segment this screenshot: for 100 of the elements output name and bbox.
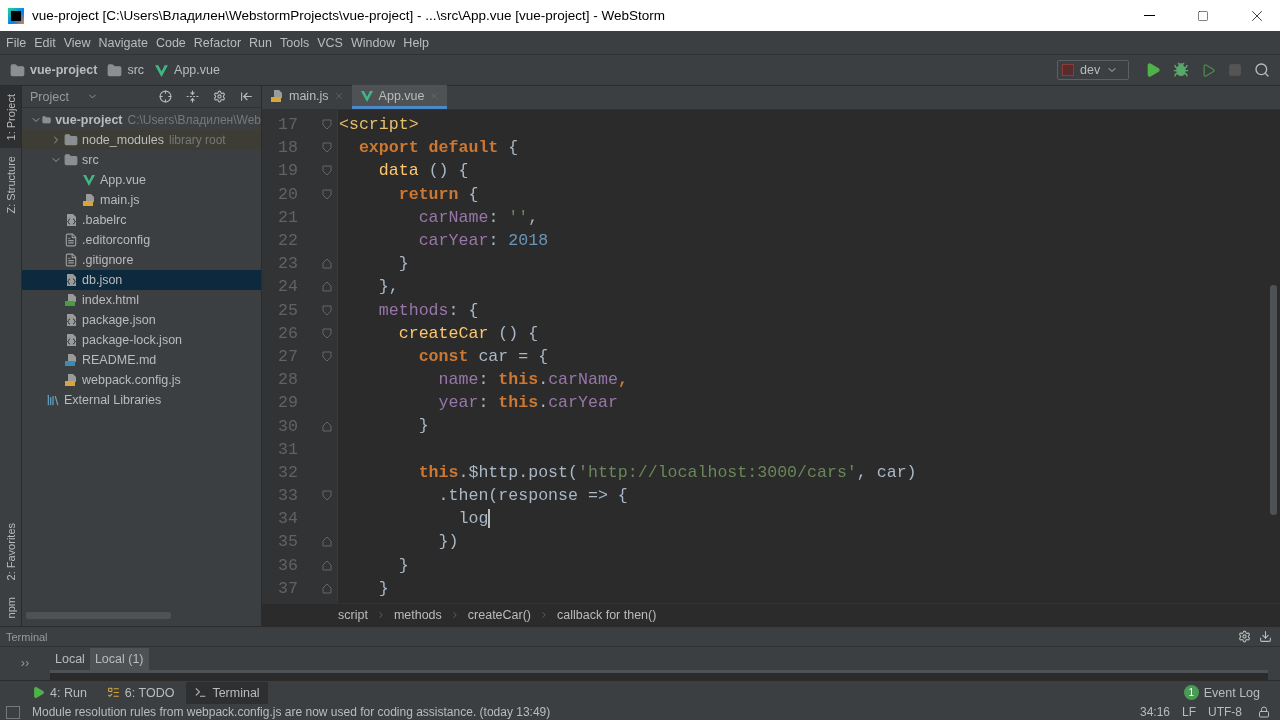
terminal-tab[interactable]: Local (1) xyxy=(89,647,149,670)
tree-item[interactable]: index.html xyxy=(22,290,261,310)
file-icon xyxy=(64,273,78,287)
menu-item[interactable]: Refactor xyxy=(189,35,246,50)
fold-marker-icon[interactable] xyxy=(322,327,332,339)
tool-window-button[interactable]: Z: Structure xyxy=(0,148,21,222)
tool-window-button[interactable]: 6: TODO xyxy=(98,681,183,704)
fold-marker-icon[interactable] xyxy=(322,258,332,270)
tree-item[interactable]: App.vue xyxy=(22,170,261,190)
code-line: <script> xyxy=(339,114,420,136)
cursor-position[interactable]: 34:16 xyxy=(1139,705,1170,719)
folder-icon xyxy=(42,113,52,127)
checklist-icon xyxy=(106,686,120,699)
fold-marker-icon[interactable] xyxy=(322,119,332,131)
tree-item[interactable]: db.json xyxy=(22,270,261,290)
file-icon xyxy=(82,193,96,207)
tree-item[interactable]: package-lock.json xyxy=(22,330,261,350)
fold-marker-icon[interactable] xyxy=(322,281,332,293)
file-icon xyxy=(64,353,78,367)
run-config-dropdown[interactable]: dev xyxy=(1057,60,1129,80)
editor-tab[interactable]: App.vue xyxy=(351,85,448,109)
encoding[interactable]: UTF-8 xyxy=(1208,705,1242,719)
menu-item[interactable]: VCS xyxy=(313,35,347,50)
file-icon xyxy=(64,233,78,247)
menu-item[interactable]: Run xyxy=(245,35,276,50)
code-line: log xyxy=(457,508,492,531)
tree-item[interactable]: webpack.config.js xyxy=(22,370,261,390)
file-icon xyxy=(64,333,78,347)
line-separator[interactable]: LF xyxy=(1182,705,1196,719)
tool-window-button[interactable]: npm xyxy=(0,588,21,626)
terminal-screen[interactable] xyxy=(50,670,1268,680)
view-selector[interactable]: Project xyxy=(30,89,140,104)
panel-title: Terminal xyxy=(6,630,49,643)
breadcrumb[interactable]: createCar() xyxy=(467,608,532,622)
close-icon[interactable] xyxy=(333,90,344,101)
tool-window-button[interactable]: 4: Run xyxy=(24,681,95,704)
tool-window-button[interactable]: Terminal xyxy=(186,681,268,704)
file-icon xyxy=(270,88,284,103)
code-line: const car = { xyxy=(417,345,550,368)
file-icon xyxy=(64,313,78,327)
tree-item[interactable]: .gitignore xyxy=(22,250,261,270)
nav-crumb[interactable]: App.vue xyxy=(154,62,226,78)
path-hint: library root xyxy=(169,133,226,147)
breadcrumb[interactable]: methods xyxy=(393,608,442,622)
menu-item[interactable]: Tools xyxy=(276,35,314,50)
tree-item[interactable]: .editorconfig xyxy=(22,230,261,250)
tree-item[interactable]: node_modules library root xyxy=(22,130,261,150)
file-icon xyxy=(64,213,78,227)
code-line: createCar () { xyxy=(397,322,540,345)
fold-marker-icon[interactable] xyxy=(322,304,332,316)
vue-icon xyxy=(359,88,374,103)
fold-marker-icon[interactable] xyxy=(322,142,332,154)
fold-marker-icon[interactable] xyxy=(322,559,332,571)
file-icon xyxy=(64,253,78,267)
tree-item[interactable]: main.js xyxy=(22,190,261,210)
terminal-tab[interactable]: Local xyxy=(50,647,90,670)
code-line: } xyxy=(397,554,410,577)
fold-marker-icon[interactable] xyxy=(322,536,332,548)
status-message: Module resolution rules from webpack.config.js are now used for coding assistance. (today 13:49) xyxy=(32,705,552,719)
folder-icon xyxy=(10,62,25,78)
tree-item[interactable]: External Libraries xyxy=(22,390,261,410)
tool-window-button[interactable]: 2: Favorites xyxy=(0,515,21,589)
fold-marker-icon[interactable] xyxy=(322,350,332,362)
nav-crumb[interactable]: src xyxy=(107,62,151,78)
fold-marker-icon[interactable] xyxy=(322,582,332,594)
toggle-icon[interactable] xyxy=(6,705,20,719)
tree-item[interactable]: README.md xyxy=(22,350,261,370)
event-log-button[interactable]: 1 Event Log xyxy=(1183,685,1280,700)
menu-item[interactable]: Window xyxy=(346,35,400,50)
code-line: year: this.carYear xyxy=(437,392,619,415)
folder-icon xyxy=(64,153,78,167)
breadcrumb[interactable]: callback for then() xyxy=(557,608,657,622)
fold-marker-icon[interactable] xyxy=(322,165,332,177)
scrollbar-thumb[interactable] xyxy=(1270,285,1277,515)
menu-item[interactable]: Navigate xyxy=(94,35,152,50)
menu-item[interactable]: File xyxy=(2,35,31,50)
nav-crumb[interactable]: vue-project xyxy=(10,62,104,78)
menu-item[interactable]: Edit xyxy=(30,35,60,50)
fold-marker-icon[interactable] xyxy=(322,490,332,502)
tool-window-button[interactable]: 1: Project xyxy=(0,86,21,149)
file-icon xyxy=(64,373,78,387)
breadcrumb[interactable]: script xyxy=(338,608,368,622)
code-line: data () { xyxy=(377,160,470,183)
menu-item[interactable]: View xyxy=(59,35,95,50)
tree-item[interactable]: .babelrc xyxy=(22,210,261,230)
code-line: }) xyxy=(437,531,460,554)
code-line: } xyxy=(397,253,410,276)
folder-icon xyxy=(64,133,78,147)
fold-marker-icon[interactable] xyxy=(322,420,332,432)
editor-tab[interactable]: main.js xyxy=(262,85,352,109)
tree-item[interactable]: package.json xyxy=(22,310,261,330)
code-line: export default { xyxy=(357,137,520,160)
more-tabs-button[interactable]: ›› xyxy=(0,656,50,670)
fold-marker-icon[interactable] xyxy=(322,188,332,200)
app-logo-icon xyxy=(8,7,24,24)
menu-item[interactable]: Help xyxy=(399,35,434,50)
tree-item[interactable]: vue-project C:\Users\Владилен\Web xyxy=(22,110,261,130)
maximize-icon xyxy=(1197,9,1209,22)
tree-item[interactable]: src xyxy=(22,150,261,170)
menu-item[interactable]: Code xyxy=(151,35,190,50)
